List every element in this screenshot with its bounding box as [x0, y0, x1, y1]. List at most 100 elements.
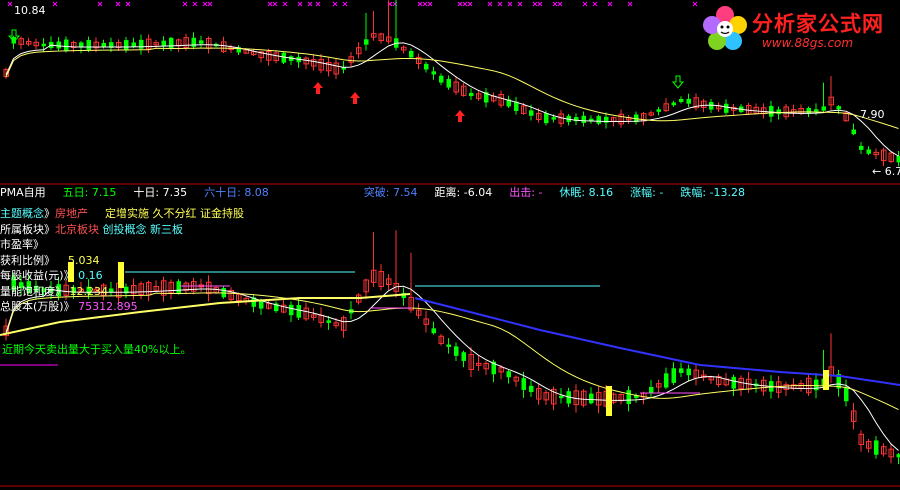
bottom-candle-down: [446, 344, 451, 347]
top-candle-down: [769, 105, 774, 117]
indicator-name[interactable]: PMA自用: [0, 186, 46, 199]
breakout-value: 7.54: [393, 186, 418, 199]
top-candle-down: [596, 116, 601, 124]
bottom-candle-down: [671, 368, 676, 383]
ratio-row: 获利比例》 5.034: [0, 253, 100, 267]
bottom-candle-down: [896, 454, 900, 458]
distance-value: -6.04: [463, 186, 493, 199]
top-candle-down: [671, 102, 676, 106]
bottom-candle-down: [844, 387, 849, 402]
top-candle-down: [86, 40, 91, 50]
down-value: -13.28: [709, 186, 746, 199]
peg-row: 量能饱和度》 12.234: [0, 284, 109, 298]
bottom-candle-down: [296, 305, 301, 318]
theme-row: 主题概念》房地产 定增实施 久不分红 证金持股: [0, 207, 244, 220]
ratio-label: 获利比例: [0, 253, 44, 267]
indicator-title-bar: PMA自用 五日: 7.15 十日: 7.35 六十日: 8.08 突破: 7.…: [0, 186, 745, 200]
top-candle-down: [896, 155, 900, 163]
ma5-label: 五日:: [62, 186, 89, 199]
top-candle-down: [866, 149, 871, 154]
shares-row: 总股本(万股)》 75312.895: [0, 300, 138, 313]
top-candle-down: [679, 98, 684, 102]
bottom-candle-down: [679, 368, 684, 373]
bottom-candle-down: [559, 395, 564, 399]
top-candle-down: [124, 40, 129, 50]
top-candle-down: [851, 129, 856, 135]
top-candle-down: [64, 39, 69, 51]
price-right-label: 7.90: [860, 108, 885, 121]
price-low-label: ← 6.77: [872, 165, 900, 179]
bottom-candle-down: [506, 371, 511, 378]
eps-row: 每股收益(元)》 0.16: [0, 269, 103, 282]
volume-note: 近期今天卖出量大于买入量40%以上。: [2, 343, 192, 356]
top-candle-down: [821, 106, 826, 111]
top-candle-down: [814, 109, 819, 112]
top-candle-down: [409, 50, 414, 58]
pe-row: 市盈率》: [0, 238, 44, 251]
ma10-value: 7.35: [162, 186, 188, 199]
top-candle-down: [131, 42, 136, 47]
volume-highlight-bar: [606, 386, 612, 416]
top-candle-down: [199, 40, 204, 44]
breakout-label: 突破:: [363, 186, 390, 199]
theme-value: 房地产: [55, 207, 88, 220]
top-candle-down: [589, 118, 594, 121]
down-label: 跌幅:: [680, 186, 707, 199]
logo-title: 分析家公式网: [752, 12, 884, 36]
top-candle-down: [581, 115, 586, 124]
top-candle-down: [431, 71, 436, 75]
exit-label: 出击:: [509, 186, 535, 199]
peg-value: 12.234: [69, 284, 109, 298]
top-candle-down: [709, 102, 714, 110]
top-candle-down: [56, 41, 61, 49]
bottom-candle-down: [461, 352, 466, 361]
up-value: -: [659, 186, 664, 199]
bottom-candle-down: [731, 376, 736, 389]
ma10-label: 十日:: [133, 186, 160, 199]
top-candle-down: [169, 37, 174, 49]
stock-info-panel: 主题概念》房地产 定增实施 久不分红 证金持股 所属板块》北京板块 创投概念 新…: [0, 206, 244, 315]
top-candle-down: [806, 107, 811, 114]
top-candle-down: [656, 109, 661, 112]
bottom-candle-down: [664, 373, 669, 388]
top-candle-down: [364, 39, 369, 45]
top-candle-down: [836, 106, 841, 110]
bottom-candle-down: [874, 440, 879, 455]
exit-value: -: [538, 186, 543, 199]
ma60-value: 8.08: [244, 186, 269, 199]
top-candle-down: [101, 42, 106, 48]
rest-value: 8.16: [588, 186, 614, 199]
sector-value-1: 北京板块: [55, 222, 99, 236]
theme-label: 主题概念: [0, 207, 44, 220]
shares-label: 总股本(万股): [0, 300, 64, 313]
logo-url: www.88gs.com: [762, 36, 854, 50]
ratio-value: 5.034: [68, 253, 100, 267]
bottom-candle-down: [454, 346, 459, 356]
top-candle-down: [724, 103, 729, 113]
bottom-candle-down: [626, 390, 631, 404]
top-candle-down: [41, 43, 46, 47]
site-logo[interactable]: 分析家公式网 www.88gs.com: [700, 4, 896, 56]
bottom-candle-down: [431, 328, 436, 334]
eps-label: 每股收益(元): [0, 269, 64, 282]
peg-label: 量能饱和度: [0, 284, 55, 298]
up-label: 涨幅:: [630, 186, 656, 199]
theme-extra: 定增实施 久不分红 证金持股: [105, 207, 244, 220]
bottom-candle-down: [649, 386, 654, 394]
bottom-candle-down: [529, 385, 534, 393]
sector-value-2: 创投概念 新三板: [102, 222, 184, 236]
price-low-value: 6.77: [884, 165, 900, 178]
bottom-candle-down: [289, 304, 294, 316]
shares-value: 75312.895: [78, 300, 138, 313]
bottom-candle-down: [326, 320, 331, 323]
bottom-candle-down: [589, 393, 594, 404]
top-candle-down: [776, 109, 781, 115]
eps-value: 0.16: [78, 269, 103, 282]
top-candle-down: [859, 145, 864, 150]
flower-logo-icon: [703, 6, 747, 50]
rest-label: 休眠:: [559, 186, 586, 199]
bottom-candle-down: [686, 368, 691, 376]
ma60-label: 六十日:: [204, 186, 241, 199]
price-high-label: 10.84: [14, 4, 46, 17]
pe-label: 市盈率: [0, 238, 33, 251]
